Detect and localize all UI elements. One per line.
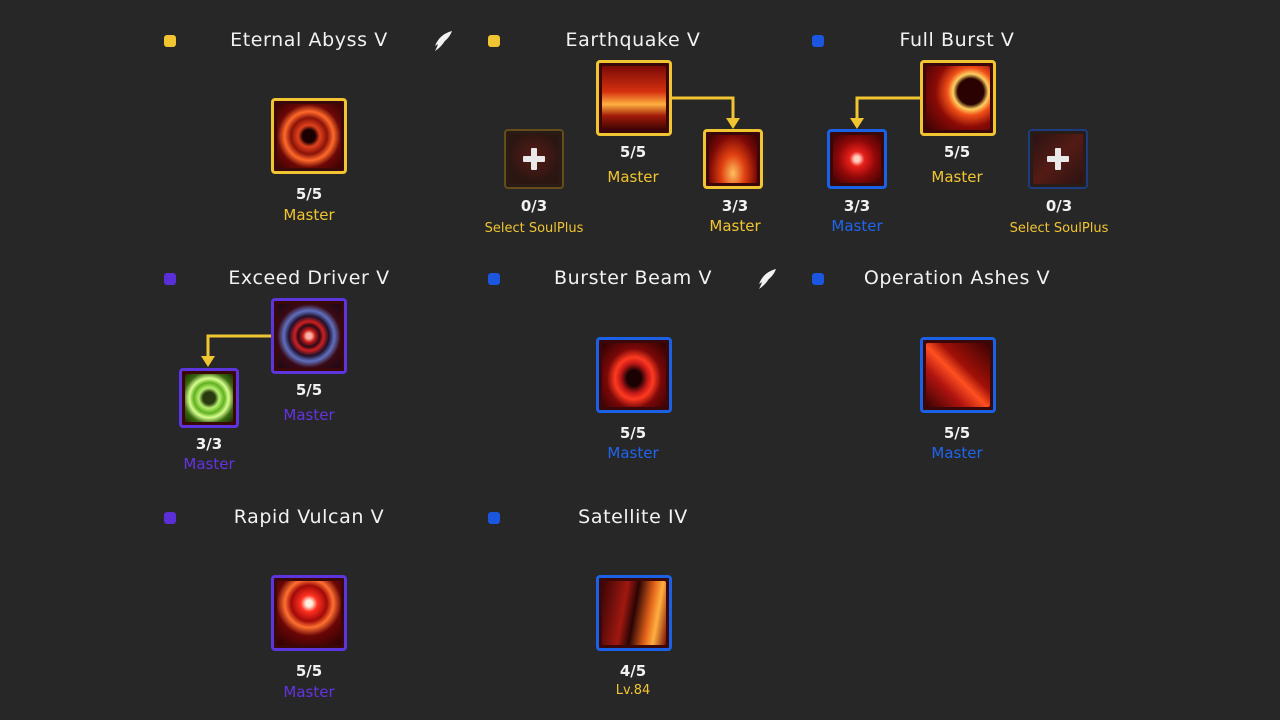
skill-rank: Master xyxy=(607,168,659,186)
eruption-icon[interactable] xyxy=(703,129,763,189)
wing-icon xyxy=(759,269,776,289)
wing-icon xyxy=(435,31,452,51)
skill-title: Exceed Driver V xyxy=(228,267,390,289)
soulplus-level: 0/3 xyxy=(520,197,548,215)
skill-title: Burster Beam V xyxy=(553,267,713,289)
tier-blue-marker xyxy=(812,35,824,47)
skill-title: Satellite IV xyxy=(578,506,688,528)
soulplus-level: 0/3 xyxy=(1045,197,1073,215)
character-portrait-icon[interactable] xyxy=(596,575,672,651)
skill-rank: Master xyxy=(283,683,335,701)
skill-rank: Master xyxy=(283,406,335,424)
laser-cross-icon[interactable] xyxy=(827,129,887,189)
crossed-blades-icon[interactable] xyxy=(920,337,996,413)
skill-level: 5/5 xyxy=(619,143,647,161)
skill-title: Full Burst V xyxy=(899,29,1015,51)
skill-level: 4/5 xyxy=(619,662,647,680)
target-circle-icon[interactable] xyxy=(271,298,347,374)
sub-skill-rank: Master xyxy=(183,455,235,473)
ground-explosion-icon[interactable] xyxy=(596,60,672,136)
skill-level: 5/5 xyxy=(619,424,647,442)
select-soulplus-button[interactable] xyxy=(504,129,564,189)
skill-rank: Lv.84 xyxy=(615,683,651,698)
tier-blue-marker xyxy=(488,273,500,285)
crescent-slash-icon[interactable] xyxy=(920,60,996,136)
skill-level: 5/5 xyxy=(943,143,971,161)
skill-level: 5/5 xyxy=(943,424,971,442)
skill-rank: Master xyxy=(607,444,659,462)
tier-purple-marker xyxy=(164,273,176,285)
soulplus-label: Select SoulPlus xyxy=(1009,221,1109,236)
skill-title: Rapid Vulcan V xyxy=(233,506,385,528)
skill-title: Eternal Abyss V xyxy=(230,29,388,51)
tier-blue-marker xyxy=(488,512,500,524)
beam-mech-icon[interactable] xyxy=(596,337,672,413)
select-soulplus-button[interactable] xyxy=(1028,129,1088,189)
tier-purple-marker xyxy=(164,512,176,524)
soulplus-label: Select SoulPlus xyxy=(484,221,584,236)
plus-icon xyxy=(523,148,545,170)
sub-skill-rank: Master xyxy=(709,217,761,235)
tier-gold-marker xyxy=(164,35,176,47)
tier-blue-marker xyxy=(812,273,824,285)
skill-level: 5/5 xyxy=(295,381,323,399)
green-ring-icon[interactable] xyxy=(179,368,239,428)
skill-rank: Master xyxy=(931,168,983,186)
dark-vortex-icon[interactable] xyxy=(271,98,347,174)
skill-title: Operation Ashes V xyxy=(863,267,1051,289)
plus-icon xyxy=(1047,148,1069,170)
skill-title: Earthquake V xyxy=(565,29,701,51)
skill-level: 5/5 xyxy=(295,185,323,203)
skill-rank: Master xyxy=(931,444,983,462)
skill-level: 5/5 xyxy=(295,662,323,680)
skill-rank: Master xyxy=(283,206,335,224)
sub-skill-rank: Master xyxy=(831,217,883,235)
sub-skill-level: 3/3 xyxy=(843,197,871,215)
sub-skill-level: 3/3 xyxy=(195,435,223,453)
vulcan-burst-icon[interactable] xyxy=(271,575,347,651)
sub-skill-level: 3/3 xyxy=(721,197,749,215)
tier-gold-marker xyxy=(488,35,500,47)
